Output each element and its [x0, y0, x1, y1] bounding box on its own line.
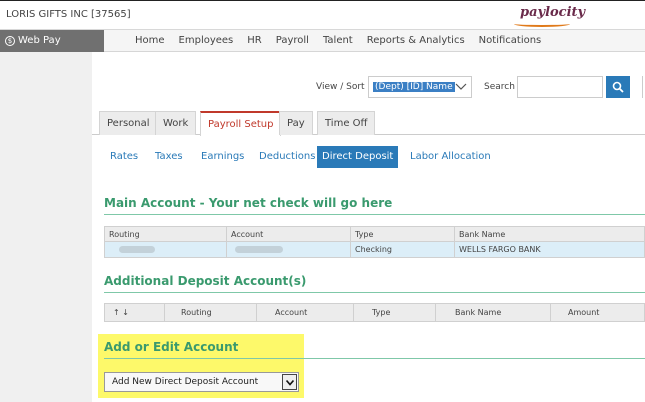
logo-swoosh-icon	[514, 21, 570, 27]
subtab-taxes[interactable]: Taxes	[155, 146, 183, 168]
search-input[interactable]	[517, 76, 603, 98]
select-value: Add New Direct Deposit Account	[112, 377, 259, 387]
col-bank-name: Bank Name	[455, 308, 502, 317]
main-account-title: Main Account - Your net check will go he…	[104, 196, 393, 210]
table-header: ↑ ↓ Routing Account Type Bank Name Amoun…	[104, 303, 645, 322]
search-icon	[612, 81, 624, 93]
col-routing: Routing	[181, 308, 212, 317]
cell-type: Checking	[355, 245, 392, 254]
paylocity-logo[interactable]: paylocity	[520, 5, 585, 20]
direct-deposit-account-select[interactable]: Add New Direct Deposit Account	[104, 372, 299, 392]
additional-accounts-title: Additional Deposit Account(s)	[104, 274, 307, 288]
subtab-rates[interactable]: Rates	[110, 146, 138, 168]
additional-accounts-table: ↑ ↓ Routing Account Type Bank Name Amoun…	[104, 303, 645, 322]
search-label: Search	[484, 82, 515, 92]
employee-tabs: Personal Work Payroll Setup Pay Time Off	[92, 111, 645, 136]
nav-reports[interactable]: Reports & Analytics	[367, 35, 465, 46]
sort-arrows-icon[interactable]: ↑ ↓	[113, 308, 129, 317]
view-sort-value: (Dept) [ID] Name	[373, 82, 455, 92]
subtab-direct-deposit[interactable]: Direct Deposit	[317, 146, 399, 168]
col-account: Account	[231, 230, 264, 239]
col-type: Type	[372, 308, 391, 317]
table-header: Routing Account Type Bank Name	[104, 226, 645, 242]
view-sort-label: View / Sort	[316, 82, 365, 92]
add-edit-title: Add or Edit Account	[104, 340, 239, 354]
main-nav: $ Web Pay Home Employees HR Payroll Talen…	[0, 30, 645, 52]
col-routing: Routing	[109, 230, 140, 239]
cell-bank-name: WELLS FARGO BANK	[459, 245, 541, 254]
subtab-deductions[interactable]: Deductions	[259, 146, 315, 168]
tab-payroll-setup[interactable]: Payroll Setup	[200, 111, 282, 136]
col-amount: Amount	[568, 308, 600, 317]
divider	[104, 358, 645, 359]
main-account-table: Routing Account Type Bank Name Checking …	[104, 226, 645, 258]
web-pay-label: Web Pay	[18, 35, 61, 46]
nav-talent[interactable]: Talent	[323, 35, 353, 46]
company-name: LORIS GIFTS INC [37565]	[6, 9, 131, 20]
tab-pay[interactable]: Pay	[279, 111, 313, 135]
subtab-earnings[interactable]: Earnings	[201, 146, 244, 168]
nav-home[interactable]: Home	[135, 35, 165, 46]
col-account: Account	[275, 308, 308, 317]
chevron-down-icon	[455, 80, 467, 97]
divider	[104, 292, 645, 293]
view-sort-select[interactable]: (Dept) [ID] Name	[368, 76, 472, 98]
chevron-down-icon[interactable]	[282, 374, 297, 390]
redacted-account	[235, 246, 283, 253]
tab-personal[interactable]: Personal	[99, 111, 158, 135]
nav-employees[interactable]: Employees	[179, 35, 234, 46]
divider	[104, 214, 645, 215]
web-pay-button[interactable]: $ Web Pay	[0, 30, 104, 52]
col-type: Type	[355, 230, 374, 239]
dollar-icon: $	[5, 36, 15, 46]
left-panel	[0, 52, 92, 402]
table-row[interactable]: Checking WELLS FARGO BANK	[104, 242, 645, 258]
subtab-labor-allocation[interactable]: Labor Allocation	[410, 146, 491, 168]
nav-payroll[interactable]: Payroll	[276, 35, 309, 46]
redacted-routing	[119, 246, 155, 253]
top-bar: LORIS GIFTS INC [37565] paylocity	[0, 0, 645, 30]
nav-hr[interactable]: HR	[247, 35, 261, 46]
tab-time-off[interactable]: Time Off	[317, 111, 376, 135]
tab-work[interactable]: Work	[155, 111, 197, 135]
nav-notifications[interactable]: Notifications	[479, 35, 542, 46]
search-button[interactable]	[606, 76, 630, 98]
col-bank-name: Bank Name	[459, 230, 506, 239]
